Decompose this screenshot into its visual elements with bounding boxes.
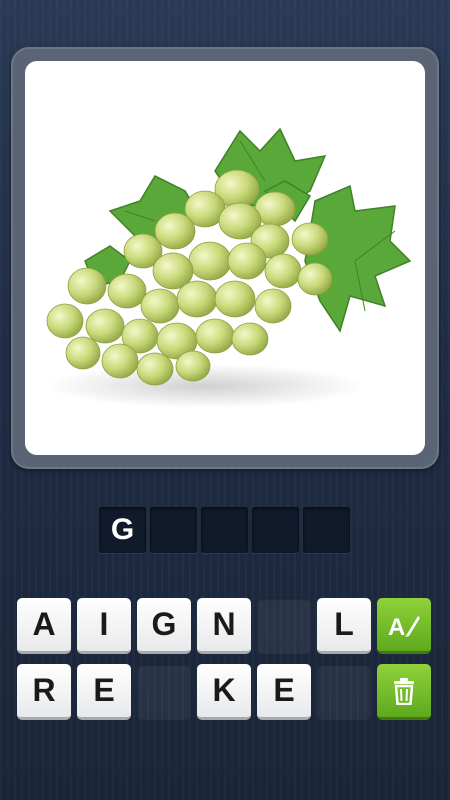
letter-key[interactable]: I [77,598,131,654]
reveal-letter-icon: A [388,614,420,640]
answer-slot[interactable] [252,507,299,553]
letter-key[interactable]: R [17,664,71,720]
reveal-letter-button[interactable]: A [377,598,431,654]
answer-slot[interactable] [150,507,197,553]
used-letter-slot [137,664,191,720]
used-letter-slot [257,598,311,654]
key-row-1: A I G N L A [17,598,437,656]
puzzle-picture [25,61,425,455]
letter-key[interactable]: L [317,598,371,654]
svg-text:A: A [388,614,405,640]
grapes-image [45,127,412,408]
used-letter-slot [317,664,371,720]
trash-icon [394,677,414,705]
letter-keyboard: A I G N L A R E K E [17,598,437,730]
letter-key[interactable]: N [197,598,251,654]
answer-slot[interactable] [201,507,248,553]
picture-frame [11,47,439,469]
letter-key[interactable]: K [197,664,251,720]
answer-slot[interactable]: G [99,507,146,553]
letter-key[interactable]: E [257,664,311,720]
key-row-2: R E K E [17,664,437,722]
answer-slot[interactable] [303,507,350,553]
letter-key[interactable]: G [137,598,191,654]
answer-slots: G [99,507,350,555]
letter-key[interactable]: A [17,598,71,654]
letter-key[interactable]: E [77,664,131,720]
remove-letters-button[interactable] [377,664,431,720]
